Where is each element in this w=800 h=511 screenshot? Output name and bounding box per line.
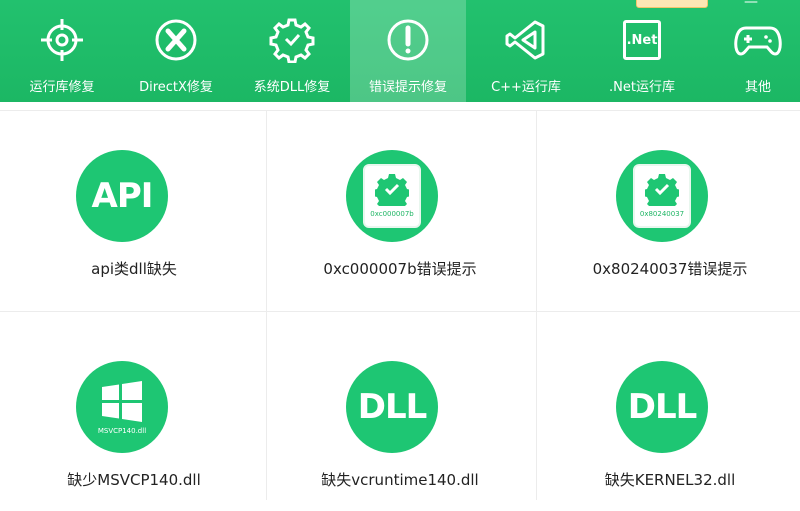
visual-studio-icon xyxy=(502,16,550,64)
item-label: 缺少MSVCP140.dll xyxy=(67,471,201,489)
item-label: 缺失KERNEL32.dll xyxy=(604,471,736,489)
item-label: 0x80240037错误提示 xyxy=(592,260,748,278)
item-vcruntime140-missing[interactable]: DLL 缺失vcruntime140.dll xyxy=(266,311,534,511)
tab-label: 系统DLL修复 xyxy=(253,80,331,95)
item-kernel32-missing[interactable]: DLL 缺失KERNEL32.dll xyxy=(536,311,800,511)
error-code-icon: 0xc000007b xyxy=(346,150,438,242)
tab-other[interactable]: 其他 xyxy=(700,0,800,102)
tab-cpp-runtime[interactable]: C++运行库 xyxy=(468,0,584,102)
item-label: api类dll缺失 xyxy=(91,260,177,278)
tab-system-dll-repair[interactable]: 系统DLL修复 xyxy=(234,0,350,102)
top-toolbar: — 运行库修复 DirectX修复 系统DLL修复 错误提示修复 C++运行库 … xyxy=(0,0,800,102)
tab-label: C++运行库 xyxy=(491,80,561,95)
gear-check-icon xyxy=(375,174,409,206)
tab-label: 运行库修复 xyxy=(29,80,95,95)
tab-dotnet-runtime[interactable]: .Net .Net运行库 xyxy=(584,0,700,102)
tab-label: .Net运行库 xyxy=(609,80,675,95)
tab-label: 错误提示修复 xyxy=(368,80,447,95)
gamepad-icon xyxy=(734,16,782,64)
target-icon xyxy=(38,16,86,64)
item-label: 缺失vcruntime140.dll xyxy=(321,471,479,489)
gear-shield-icon xyxy=(268,16,316,64)
gear-check-icon xyxy=(645,174,679,206)
item-api-dll-missing[interactable]: API api类dll缺失 xyxy=(0,110,268,310)
item-label: 0xc000007b错误提示 xyxy=(323,260,477,278)
tab-error-repair[interactable]: 错误提示修复 xyxy=(350,0,466,102)
item-0xc000007b-error[interactable]: 0xc000007b 0xc000007b错误提示 xyxy=(266,110,534,310)
tab-label: DirectX修复 xyxy=(139,80,213,95)
dll-icon: DLL xyxy=(346,361,438,453)
tab-label: 其他 xyxy=(744,80,771,95)
item-msvcp140-missing[interactable]: MSVCP140.dll 缺少MSVCP140.dll xyxy=(0,311,268,511)
exclamation-circle-icon xyxy=(384,16,432,64)
x-circle-icon xyxy=(152,16,200,64)
windows-icon: MSVCP140.dll xyxy=(76,361,168,453)
tab-directx-repair[interactable]: DirectX修复 xyxy=(118,0,234,102)
api-icon: API xyxy=(76,150,168,242)
dotnet-icon: .Net xyxy=(618,16,666,64)
item-0x80240037-error[interactable]: 0x80240037 0x80240037错误提示 xyxy=(536,110,800,310)
dll-icon: DLL xyxy=(616,361,708,453)
tab-runtime-repair[interactable]: 运行库修复 xyxy=(4,0,120,102)
error-code-icon: 0x80240037 xyxy=(616,150,708,242)
